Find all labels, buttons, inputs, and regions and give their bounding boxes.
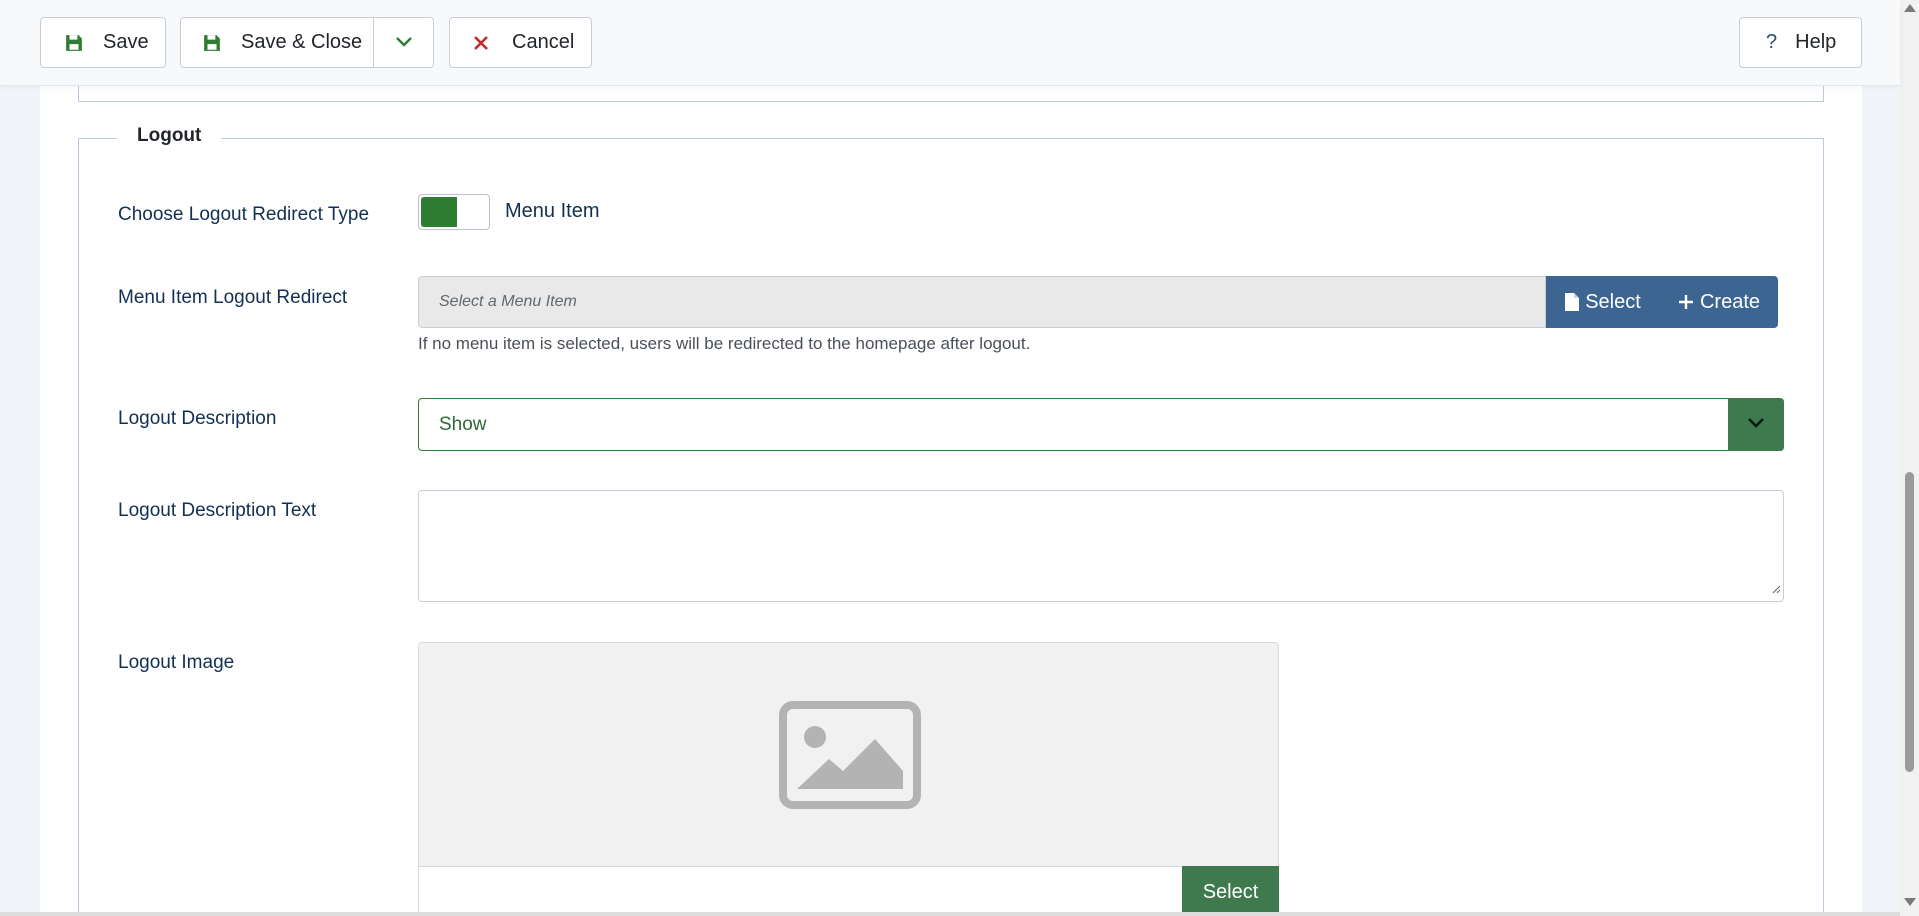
floppy-disk-icon <box>203 34 221 52</box>
floppy-disk-icon <box>65 34 83 52</box>
image-placeholder-icon <box>779 701 921 814</box>
logout-description-text-label: Logout Description Text <box>118 500 317 521</box>
switch-knob <box>421 197 457 227</box>
create-menu-item-button[interactable]: Create <box>1660 276 1778 328</box>
save-close-label: Save & Close <box>241 31 363 53</box>
question-mark-icon: ? <box>1766 31 1778 53</box>
select-image-button[interactable]: Select <box>1182 866 1279 916</box>
scroll-up-arrow-icon[interactable] <box>1904 4 1916 12</box>
select-menu-item-button[interactable]: Select <box>1546 276 1660 328</box>
cancel-button-label: Cancel <box>512 31 575 53</box>
logout-description-select[interactable]: Show <box>418 398 1784 451</box>
menu-item-input[interactable]: Select a Menu Item <box>418 276 1546 328</box>
save-button[interactable]: Save <box>40 17 166 68</box>
select-value: Show <box>439 414 487 435</box>
menu-item-placeholder: Select a Menu Item <box>439 293 577 310</box>
chevron-down-icon <box>1747 416 1765 434</box>
logout-image-label: Logout Image <box>118 652 235 673</box>
redirect-type-switcher[interactable] <box>418 194 490 230</box>
save-close-button[interactable]: Save & Close <box>181 18 374 67</box>
menu-item-help-text: If no menu item is selected, users will … <box>418 334 1031 353</box>
toolbar: Save Save & Close Cancel ? Help <box>0 0 1900 86</box>
redirect-type-label: Choose Logout Redirect Type <box>118 204 370 225</box>
close-icon <box>474 35 488 50</box>
redirect-type-value: Menu Item <box>505 200 600 222</box>
help-button-label: Help <box>1795 31 1837 53</box>
file-icon <box>1565 293 1580 311</box>
resize-grip-icon[interactable] <box>1771 581 1781 599</box>
cancel-button[interactable]: Cancel <box>449 17 592 68</box>
save-button-label: Save <box>103 31 149 53</box>
previous-fieldset-border <box>78 84 1824 102</box>
chevron-down-icon <box>395 31 413 54</box>
menu-item-redirect-label: Menu Item Logout Redirect <box>118 287 348 308</box>
help-button[interactable]: ? Help <box>1739 17 1862 68</box>
scroll-down-arrow-icon[interactable] <box>1904 898 1916 906</box>
horizontal-edge <box>0 912 1900 916</box>
vertical-scrollbar[interactable] <box>1900 0 1919 916</box>
select-caret <box>1728 398 1784 451</box>
image-path-field[interactable] <box>418 866 1279 916</box>
logout-description-textarea[interactable] <box>418 490 1784 602</box>
save-options-dropdown-toggle[interactable] <box>374 18 433 67</box>
content-card: Logout Choose Logout Redirect Type Menu … <box>40 84 1862 916</box>
scroll-thumb[interactable] <box>1905 472 1914 772</box>
select-image-label: Select <box>1202 880 1259 903</box>
create-button-label: Create <box>1699 290 1761 313</box>
plus-icon <box>1678 294 1694 310</box>
save-close-button-group: Save & Close <box>180 17 434 68</box>
logout-description-label: Logout Description <box>118 408 277 429</box>
fieldset-legend: Logout <box>117 125 222 147</box>
select-button-label: Select <box>1585 290 1641 313</box>
